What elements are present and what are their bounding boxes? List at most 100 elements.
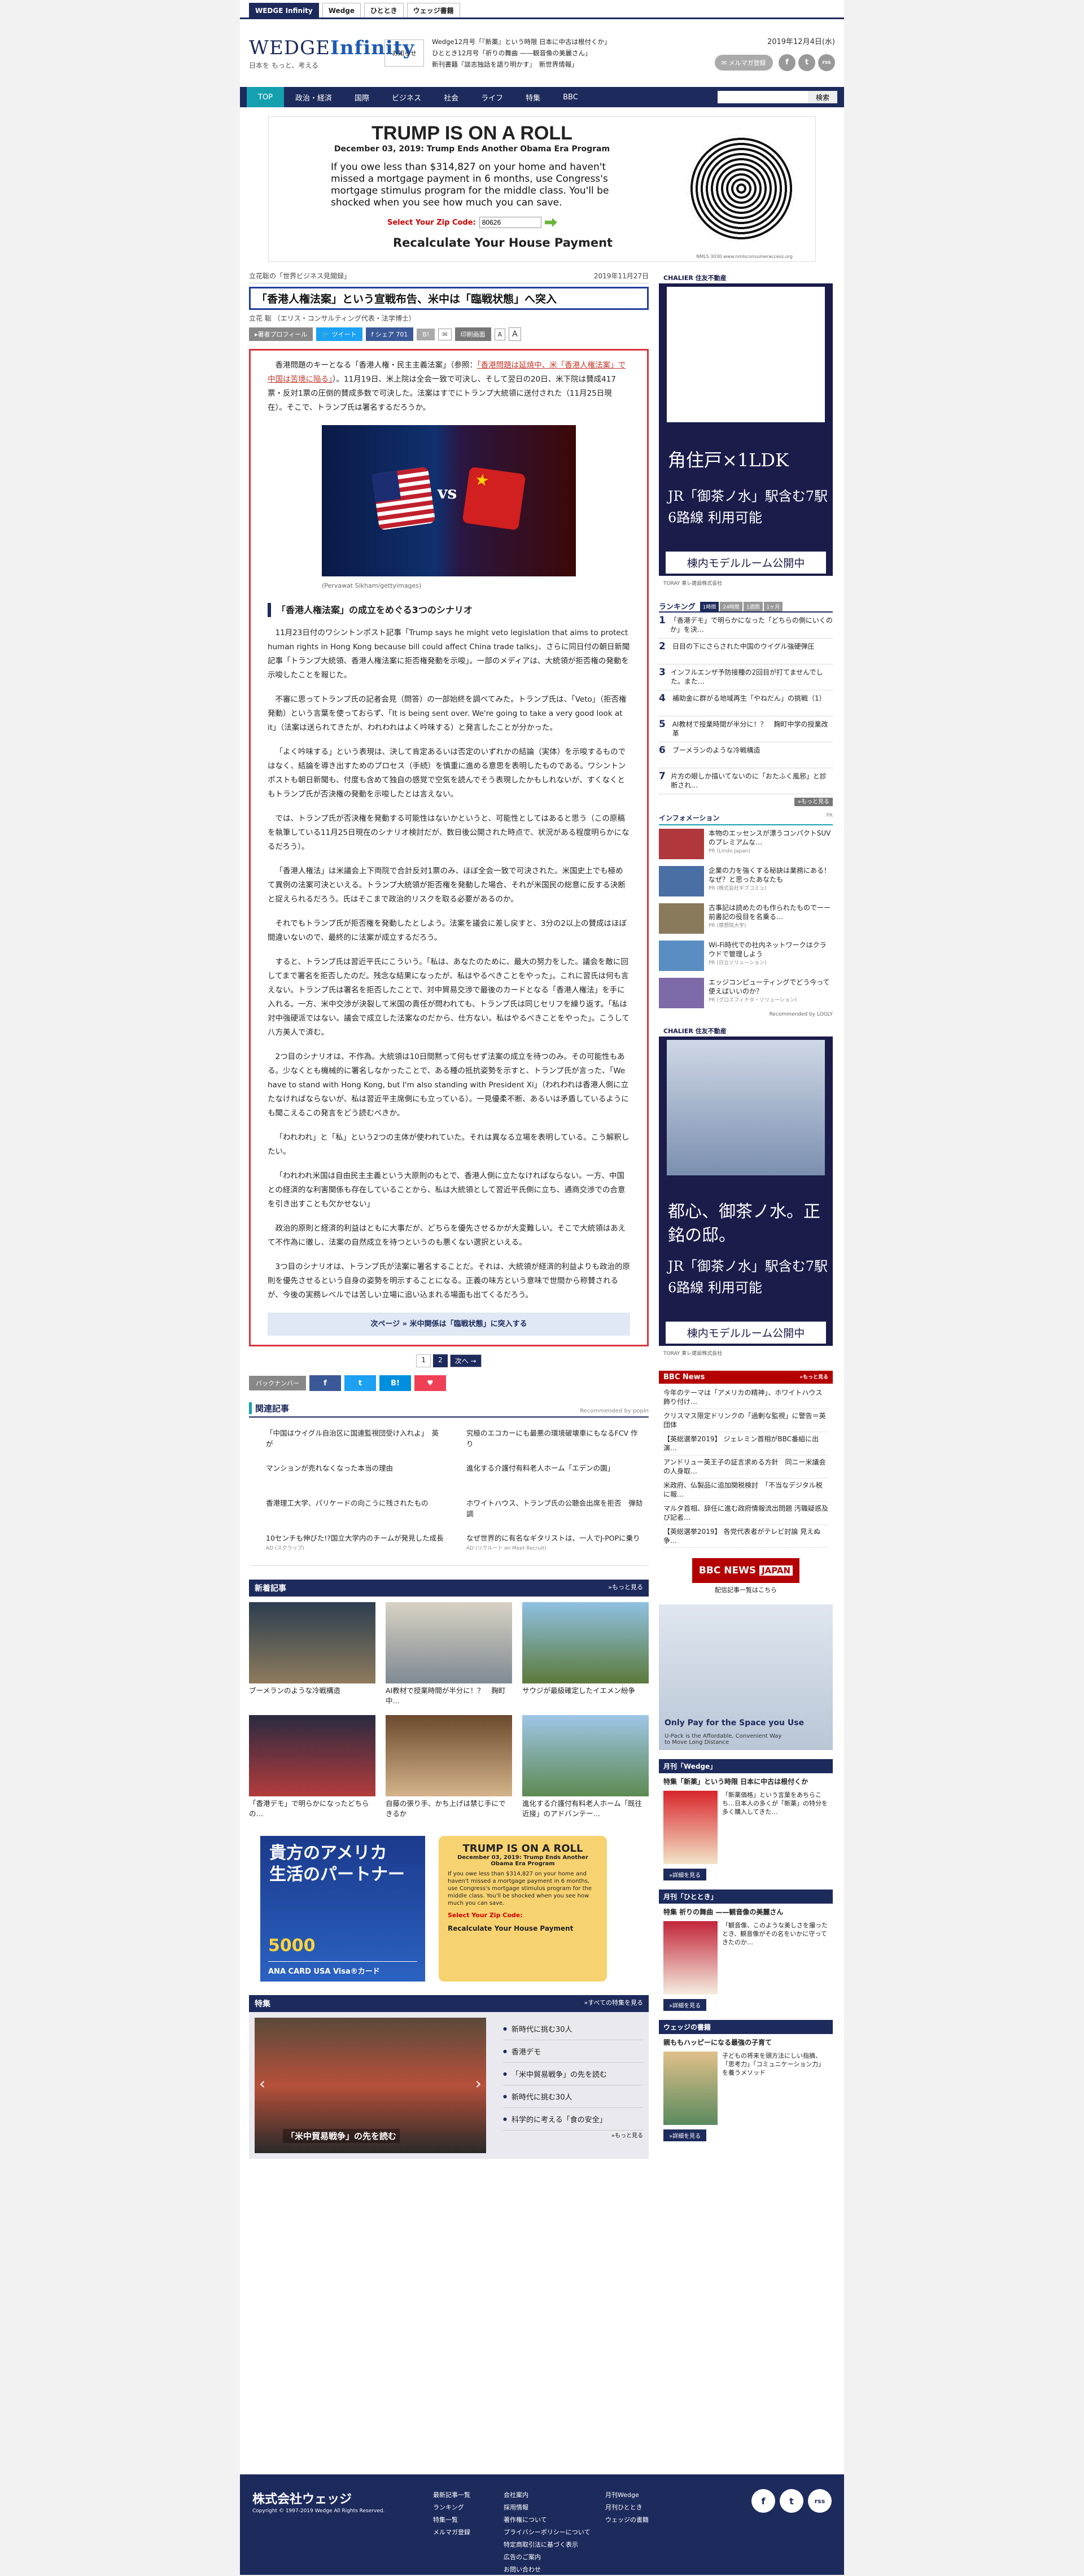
author-profile-button[interactable]: ▸著者プロフィール	[249, 327, 313, 341]
print-button[interactable]: 印刷画面	[454, 327, 491, 341]
facebook-icon[interactable]: f	[779, 54, 795, 71]
nav-society[interactable]: 社会	[432, 87, 470, 107]
backnumber-button[interactable]: バックナンバー	[249, 1376, 306, 1390]
magazine-title[interactable]: 特集「新薬」という時限 日本に中古は根付くか	[659, 1773, 833, 1786]
feature-item[interactable]: 「米中貿易戦争」の先を読む	[503, 2063, 643, 2085]
tab-wedge-infinity[interactable]: WEDGE Infinity	[249, 3, 319, 18]
footer-link[interactable]: 特定商取引法に基づく表示	[504, 2539, 605, 2551]
rss-icon[interactable]: rss	[808, 2489, 832, 2513]
related-item[interactable]: 香港理工大学、パリケードの向こうに残されたもの	[266, 1495, 444, 1530]
chevron-right-icon[interactable]: ›	[475, 2074, 482, 2093]
arrow-right-icon[interactable]	[544, 218, 557, 227]
related-item[interactable]: 究極のエコカーにも最悪の環境破壊車にもなるFCV 作り	[466, 1425, 644, 1460]
tab-24hours[interactable]: 24時間	[720, 602, 742, 611]
footer-link[interactable]: 最新記事一覧	[433, 2489, 504, 2501]
footer-link[interactable]: 著作権について	[504, 2514, 605, 2526]
bbc-item[interactable]: マルタ首相、辞任に進む政府情報流出問題 汚職疑惑及び記者…	[663, 1502, 828, 1525]
tab-wedge[interactable]: Wedge	[322, 3, 361, 18]
related-item[interactable]: なぜ世界的に有名なギタリストは、一人でJ-POPに乗り AD (リクルート on …	[466, 1530, 644, 1565]
header-news-item[interactable]: Wedge12月号「『新薬』という時限 日本に中古は根付くか」	[432, 36, 635, 47]
tab-wedge-books[interactable]: ウェッジ書籍	[406, 3, 460, 18]
search-button[interactable]: 検索	[808, 91, 837, 103]
bbc-item[interactable]: クリスマス限定ドリンクの「過剰な監視」に警告＝英団体	[663, 1409, 828, 1432]
bbc-item[interactable]: 今年のテーマは「アメリカの精神」、ホワイトハウス飾り付け…	[663, 1386, 828, 1409]
bbc-list-link[interactable]: 配信記事一覧はこちら	[659, 1585, 833, 1594]
feature-item[interactable]: 香港デモ	[503, 2040, 643, 2063]
footer-link[interactable]: ウェッジの書籍	[605, 2514, 676, 2526]
footer-link[interactable]: お問い合わせ	[504, 2564, 605, 2576]
feature-slider[interactable]: ‹ › 「米中貿易戦争」の先を読む	[255, 2018, 486, 2153]
magazine-cover-image[interactable]	[663, 1921, 718, 1995]
nav-life[interactable]: ライフ	[470, 87, 514, 107]
bbc-news-logo[interactable]: BBC NEWS JAPAN	[692, 1558, 799, 1583]
feature-list-more[interactable]: »もっと見る	[503, 2131, 643, 2142]
site-logo[interactable]: WEDGEInfinity 日本を もっと、考える	[249, 37, 414, 70]
nav-bbc[interactable]: BBC	[552, 87, 589, 107]
twitter-icon[interactable]: t	[344, 1375, 376, 1391]
next-page-link[interactable]: 次ページ » 米中関係は「臨戦状態」に突入する	[268, 1313, 630, 1336]
bbc-more[interactable]: »もっと見る	[799, 1373, 828, 1381]
footer-link[interactable]: 特集一覧	[433, 2514, 504, 2526]
information-item[interactable]: 本物のエッセンスが漂うコンパクトSUVのプレミアムな… PR (Lindo Jap…	[659, 825, 833, 863]
facebook-share-button[interactable]: f シェア 701	[365, 327, 414, 341]
bbc-item[interactable]: 【英総選挙2019】 ジェレミン首相がBBC番組に出演…	[663, 1432, 828, 1455]
new-article-card[interactable]: AI教材で授業時間が半分に！？ 麹町中…	[386, 1602, 512, 1707]
ranking-item[interactable]: 4 補助金に群がる地域再生「やねだん」の挑戦（1）	[659, 690, 833, 716]
tweet-button[interactable]: 🐦 ツイート	[316, 327, 362, 341]
next-button[interactable]: 次へ →	[449, 1354, 482, 1367]
new-article-card[interactable]: 進化する介護付有料老人ホーム「既往近接」のアドバンテー…	[522, 1715, 649, 1820]
notice-button[interactable]: お知らせ	[384, 40, 424, 67]
new-article-card[interactable]: 「香港デモ」で明らかになったどちらの…	[249, 1715, 375, 1820]
tab-1month[interactable]: 1ヶ月	[763, 602, 783, 611]
hatena-bookmark-button[interactable]: B!	[417, 328, 435, 340]
information-item[interactable]: エッジコンピューティングでどう今って使えばいいのか？ PR (グロスフィナタ・ソリ…	[659, 974, 833, 1012]
nav-international[interactable]: 国際	[343, 87, 381, 107]
nav-business[interactable]: ビジネス	[381, 87, 432, 107]
ranking-item[interactable]: 7 片方の眼しか描いてないのに「おたふく風邪」と診断され…	[659, 768, 833, 794]
pocket-icon[interactable]: ♥	[414, 1375, 446, 1391]
series-name[interactable]: 立花聡の「世界ビジネス見聞録」	[249, 271, 351, 281]
real-estate-ad[interactable]: CHALIER 住友不動産 角住戸×1LDK JR「御茶ノ水」駅含む7駅6路線 …	[659, 271, 833, 591]
nav-politics[interactable]: 政治・経済	[284, 87, 343, 107]
information-item[interactable]: Wi-Fi時代での社内ネットワークはクラウドで管理しよう PR (日立ソリューショ…	[659, 937, 833, 974]
related-item[interactable]: 進化する介護付有料老人ホーム「エデンの園」	[466, 1460, 644, 1495]
detail-button[interactable]: »詳細を見る	[663, 1999, 707, 2011]
footer-link[interactable]: 月刊ひととき	[605, 2501, 676, 2514]
magazine-cover-image[interactable]	[663, 1791, 718, 1864]
ranking-item[interactable]: 3 インフルエンザ予防接種の2回目が打てませんでした。また…	[659, 664, 833, 690]
tab-hitotoki[interactable]: ひととき	[364, 3, 404, 18]
magazine-title[interactable]: 親ももハッピーになる最強の子育て	[659, 2034, 833, 2047]
footer-link[interactable]: 会社案内	[504, 2489, 605, 2501]
feature-item[interactable]: 新時代に挑む30人	[503, 2085, 643, 2108]
font-small-button[interactable]: A	[494, 328, 506, 340]
information-item[interactable]: 企業の力を強くする秘訣は業務にある！なぜ？と思ったあなたも PR (株式会社ギブコ…	[659, 863, 833, 900]
related-item[interactable]: 10センチも伸びた!?国立大学内のチームが発見した成長 AD (スクラップ)	[266, 1530, 444, 1565]
feature-more[interactable]: »すべての特集を見る	[584, 1998, 643, 2009]
top-banner-ad[interactable]: TRUMP IS ON A ROLL December 03, 2019: Tr…	[268, 116, 816, 262]
ranking-item[interactable]: 5 AI教材で授業時間が半分に！？ 麹町中学の授業改革	[659, 716, 833, 742]
more-button[interactable]: »もっと見る	[794, 798, 833, 806]
footer-link[interactable]: 月刊Wedge	[605, 2489, 676, 2501]
facebook-icon[interactable]: f	[309, 1375, 341, 1391]
information-item[interactable]: 古事記は読めたのも作られたものでーー前書記の役目を名乗る… PR (感想院大学)	[659, 900, 833, 937]
feature-item[interactable]: 新時代に挑む30人	[503, 2018, 643, 2040]
search-input[interactable]	[718, 91, 808, 103]
page-1-link[interactable]: 1	[416, 1354, 431, 1367]
ranking-item[interactable]: 2 日目の下にさらされた中国のウイグル強硬弾圧	[659, 638, 833, 664]
upack-ad[interactable]: Only Pay for the Space you Use U-Pack is…	[659, 1604, 833, 1750]
nav-top[interactable]: TOP	[247, 87, 285, 107]
footer-link[interactable]: 採用情報	[504, 2501, 605, 2514]
bbc-item[interactable]: 【英総選挙2019】 各党代表者がテレビ討論 見えぬ争…	[663, 1525, 828, 1548]
ad-zip-input[interactable]	[479, 217, 541, 228]
footer-link[interactable]: プライバシーポリシーについて	[504, 2526, 605, 2539]
bbc-item[interactable]: 米政府、仏製品に追加関税検討 「不当なデジタル税に報…	[663, 1479, 828, 1502]
footer-link[interactable]: 広告のご案内	[504, 2551, 605, 2564]
tab-1week[interactable]: 1週間	[743, 602, 763, 611]
mortgage-ad[interactable]: TRUMP IS ON A ROLL December 03, 2019: Tr…	[439, 1836, 607, 1982]
twitter-icon[interactable]: t	[780, 2489, 803, 2513]
facebook-icon[interactable]: f	[751, 2489, 775, 2513]
related-item[interactable]: 「中国はウイグル自治区に国連監視団受け入れよ」 英が	[266, 1425, 444, 1460]
newsletter-button[interactable]: ✉ メルマガ登録	[714, 54, 773, 71]
font-large-button[interactable]: A	[509, 327, 521, 341]
ranking-item[interactable]: 1 「香港デモ」で明らかになった「どちらの側にいくのか」を決…	[659, 613, 833, 638]
